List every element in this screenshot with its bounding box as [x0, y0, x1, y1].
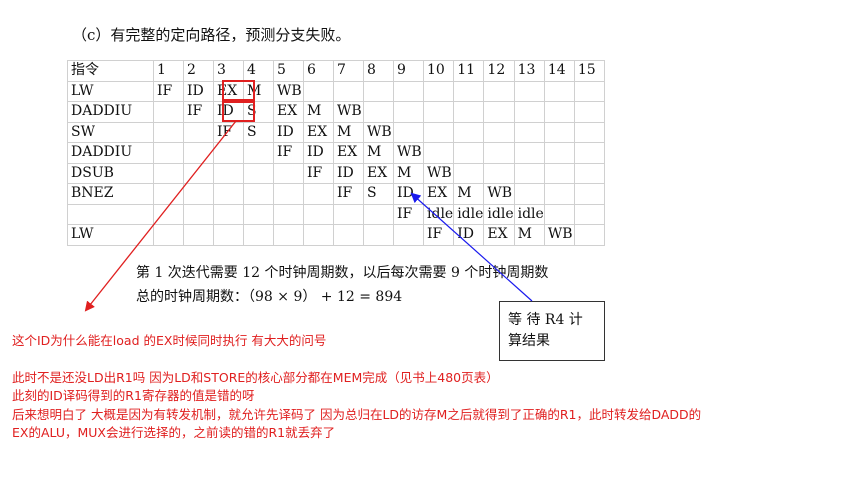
- note-line-3: 后来想明白了 大概是因为有转发机制，就允许先译码了 因为总归在LD的访存M之后就…: [12, 407, 702, 422]
- note-line-4: EX的ALU，MUX会进行选择的，之前读的错的R1就丢弃了: [12, 425, 336, 440]
- note-line-1: 此时不是还没LD出R1吗 因为LD和STORE的核心部分都在MEM完成（见书上4…: [12, 370, 499, 385]
- note-line-2: 此刻的ID译码得到的R1寄存器的值是错的呀: [12, 388, 255, 403]
- blue-arrow: [410, 192, 533, 302]
- red-arrow: [84, 120, 237, 312]
- question-note: 这个ID为什么能在load 的EX时候同时执行 有大大的问号: [12, 333, 327, 348]
